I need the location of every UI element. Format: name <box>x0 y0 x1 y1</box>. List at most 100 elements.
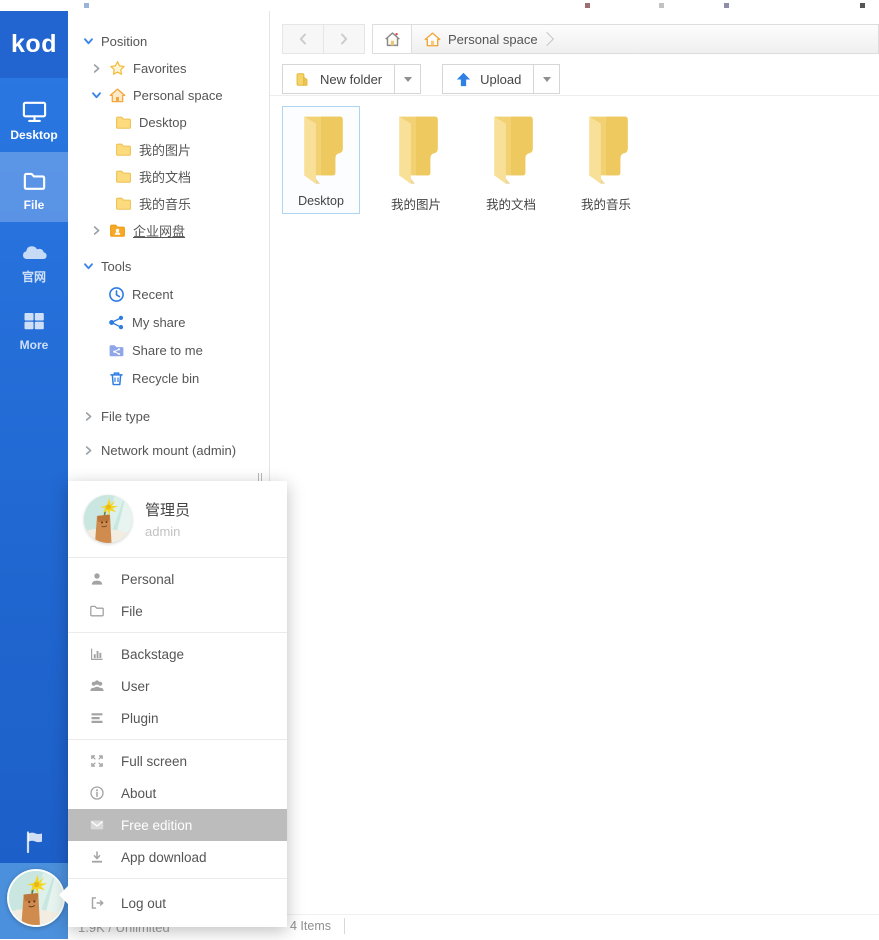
menu-item-label: Full screen <box>121 753 188 769</box>
file-item-my-documents[interactable]: 我的文档 <box>472 106 550 214</box>
sidebar-bottom-strip <box>0 863 68 939</box>
chevron-down-icon[interactable] <box>83 261 94 272</box>
upload-dropdown[interactable] <box>533 64 561 94</box>
file-item-label: Desktop <box>298 194 344 208</box>
breadcrumb-item-personal-space[interactable]: Personal space <box>412 25 560 53</box>
cloud-icon <box>0 237 68 265</box>
menu-item-label: Backstage <box>121 646 185 662</box>
panel-resize-handle[interactable] <box>258 470 266 483</box>
tree-item-label: Network mount (admin) <box>101 443 237 458</box>
user-avatar-illustration <box>9 871 63 925</box>
user-avatar[interactable] <box>7 869 65 927</box>
tree-item-file-type[interactable]: File type <box>68 403 150 430</box>
sidebar-item-desktop[interactable]: Desktop <box>0 82 68 152</box>
menu-item-about[interactable]: About <box>68 777 287 809</box>
tree-item-label: Favorites <box>133 61 187 76</box>
tree-item-personal-space[interactable]: Personal space <box>68 82 223 109</box>
new-folder-dropdown[interactable] <box>394 64 422 94</box>
tree-item-position[interactable]: Position <box>68 28 147 55</box>
chevron-down-icon[interactable] <box>91 90 102 101</box>
home-button[interactable] <box>373 25 412 53</box>
grid-icon <box>0 307 68 335</box>
mail-icon <box>88 817 105 833</box>
menu-item-plugin[interactable]: Plugin <box>68 702 287 734</box>
popup-pointer <box>59 886 68 904</box>
tree-item-desktop-folder[interactable]: Desktop <box>68 109 187 136</box>
menu-item-full-screen[interactable]: Full screen <box>68 745 287 777</box>
kod-logo[interactable]: kod <box>0 11 68 78</box>
tree-item-share-to-me[interactable]: Share to me <box>68 337 203 364</box>
tree-item-network-mount[interactable]: Network mount (admin) <box>68 437 236 464</box>
folder-icon <box>116 170 131 183</box>
tree-item-label: Position <box>101 34 148 49</box>
folder-icon <box>387 112 445 186</box>
menu-item-log-out[interactable]: Log out <box>68 887 287 919</box>
menu-item-label: Free edition <box>121 817 193 833</box>
sidebar-item-website[interactable]: 官网 <box>0 222 68 292</box>
sidebar-item-file[interactable]: File <box>0 152 68 222</box>
file-item-label: 我的音乐 <box>580 198 631 212</box>
file-item-my-pictures[interactable]: 我的图片 <box>377 106 455 214</box>
chevron-right-icon[interactable] <box>83 445 94 456</box>
tree-item-my-pictures[interactable]: 我的图片 <box>68 136 191 163</box>
browser-chrome-fragment <box>585 3 590 8</box>
file-item-label: 我的文档 <box>485 198 536 212</box>
sidebar-item-label: More <box>19 338 49 352</box>
sidebar-item-label: Desktop <box>10 128 58 142</box>
caret-down-icon <box>403 76 412 82</box>
sidebar-item-more[interactable]: More <box>0 292 68 362</box>
browser-chrome-fragment <box>84 3 89 8</box>
upload-button[interactable]: Upload <box>442 64 535 94</box>
new-folder-button[interactable]: New folder <box>282 64 396 94</box>
upload-arrow-icon <box>457 72 471 86</box>
tree-item-label: Desktop <box>139 115 187 130</box>
menu-item-app-download[interactable]: App download <box>68 841 287 873</box>
file-item-label: 我的图片 <box>390 198 441 212</box>
menu-item-backstage[interactable]: Backstage <box>68 638 287 670</box>
tree-item-my-music[interactable]: 我的音乐 <box>68 190 191 217</box>
share-icon <box>109 315 124 330</box>
back-button[interactable] <box>282 24 324 54</box>
tree-item-enterprise-drive[interactable]: 企业网盘 <box>68 217 185 244</box>
breadcrumb-label: Personal space <box>448 31 538 47</box>
chevron-down-icon[interactable] <box>83 36 94 47</box>
tree-item-tools[interactable]: Tools <box>68 253 131 280</box>
tree-item-label: 我的文档 <box>139 170 192 185</box>
upload-label: Upload <box>480 71 522 87</box>
sidebar-item-label: File <box>23 198 45 212</box>
menu-item-label: Plugin <box>121 710 159 726</box>
browser-chrome-fragment <box>659 3 664 8</box>
tree-item-my-share[interactable]: My share <box>68 309 185 336</box>
chevron-right-icon <box>341 33 348 45</box>
tree-item-my-documents[interactable]: 我的文档 <box>68 163 191 190</box>
chevron-right-icon[interactable] <box>91 63 102 74</box>
caret-down-icon <box>542 76 551 82</box>
file-item-desktop[interactable]: Desktop <box>282 106 360 214</box>
tree-item-recent[interactable]: Recent <box>68 281 173 308</box>
menu-item-personal[interactable]: Personal <box>68 563 287 595</box>
forward-button[interactable] <box>323 24 365 54</box>
menu-item-user[interactable]: User <box>68 670 287 702</box>
tree-item-recycle-bin[interactable]: Recycle bin <box>68 365 199 392</box>
user-menu-header: 管理员 admin <box>68 481 287 557</box>
folder-outline-icon <box>88 603 105 619</box>
user-avatar[interactable] <box>84 495 132 543</box>
chevron-right-icon[interactable] <box>91 225 102 236</box>
status-divider <box>344 918 345 934</box>
users-icon <box>88 678 105 694</box>
item-count: 4 Items <box>290 919 331 933</box>
menu-item-file[interactable]: File <box>68 595 287 627</box>
tree-item-label: File type <box>101 409 151 424</box>
tree-item-label: 我的音乐 <box>139 197 192 212</box>
folder-icon <box>116 116 131 129</box>
browser-chrome-fragment <box>860 3 865 8</box>
chevron-right-icon[interactable] <box>83 411 94 422</box>
menu-item-free-edition[interactable]: Free edition <box>68 809 287 841</box>
info-icon <box>88 785 105 801</box>
language-flag-button[interactable] <box>0 829 68 860</box>
folder-icon <box>116 143 131 156</box>
file-item-my-music[interactable]: 我的音乐 <box>567 106 645 214</box>
tree-item-favorites[interactable]: Favorites <box>68 55 186 82</box>
home-button-icon <box>384 31 400 46</box>
user-display-name: 管理员 <box>145 502 191 519</box>
